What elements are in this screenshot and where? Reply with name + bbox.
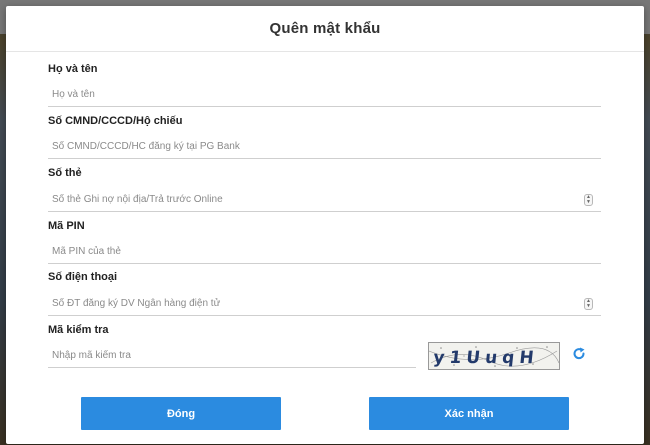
- pin-input[interactable]: [48, 240, 601, 264]
- captcha-svg: y1UuqH: [429, 346, 559, 368]
- forgot-password-modal: Quên mật khẩu Họ và tên Số CMND/CCCD/Hộ …: [6, 6, 644, 444]
- full-name-label: Họ và tên: [48, 63, 98, 75]
- captcha-image: y1UuqH: [428, 342, 560, 370]
- confirm-button[interactable]: Xác nhận: [369, 397, 569, 430]
- id-number-input[interactable]: [48, 135, 601, 159]
- card-number-label: Số thẻ: [48, 167, 82, 179]
- card-number-input[interactable]: [48, 188, 601, 212]
- spinner-down-icon[interactable]: ▼: [586, 200, 591, 205]
- modal-title: Quên mật khẩu: [269, 20, 381, 37]
- full-name-input[interactable]: [48, 83, 601, 107]
- card-number-spinner-icon[interactable]: ▲ ▼: [584, 194, 593, 206]
- id-number-label: Số CMND/CCCD/Hộ chiếu: [48, 115, 183, 127]
- refresh-captcha-icon[interactable]: [572, 347, 586, 361]
- phone-input[interactable]: [48, 292, 601, 316]
- spinner-down-icon[interactable]: ▼: [586, 304, 591, 309]
- captcha-text: y1UuqH: [432, 348, 539, 368]
- phone-label: Số điện thoại: [48, 271, 118, 283]
- phone-spinner-icon[interactable]: ▲ ▼: [584, 298, 593, 310]
- captcha-input[interactable]: [48, 344, 416, 368]
- modal-header: Quên mật khẩu: [6, 6, 644, 52]
- captcha-label: Mã kiểm tra: [48, 324, 109, 336]
- close-button[interactable]: Đóng: [81, 397, 281, 430]
- pin-label: Mã PIN: [48, 220, 85, 232]
